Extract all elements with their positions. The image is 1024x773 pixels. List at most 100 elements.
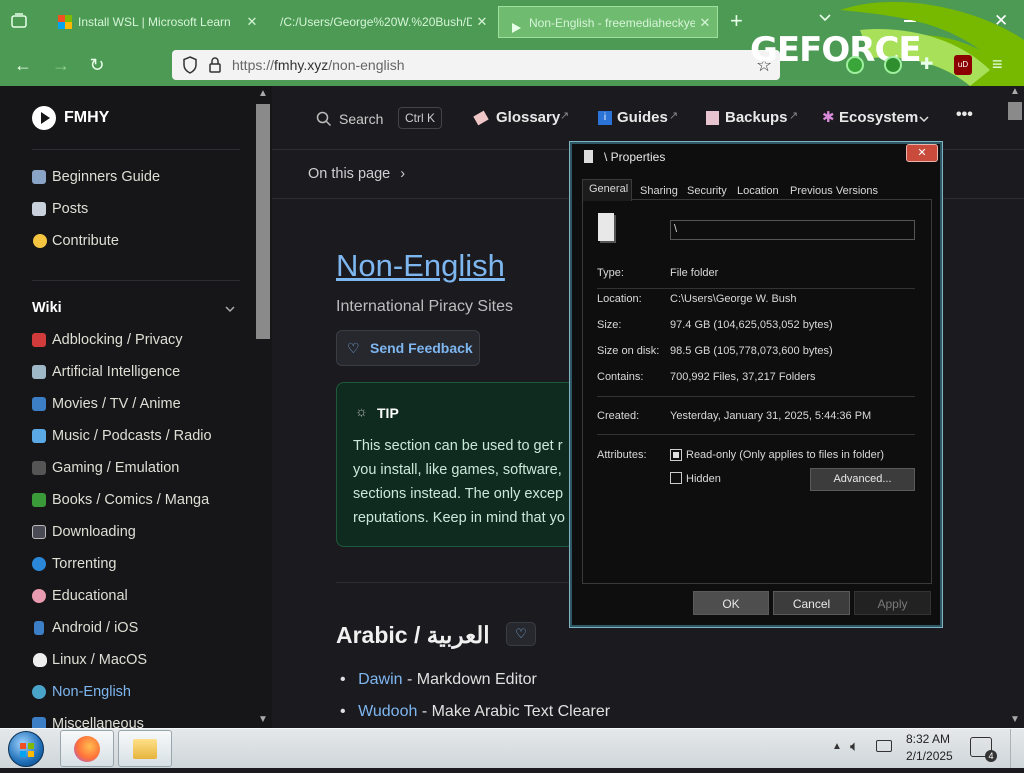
sidebar-item-posts[interactable]: Posts: [52, 201, 88, 217]
chevron-down-icon[interactable]: [918, 112, 930, 130]
sidebar-item-torrenting[interactable]: Torrenting: [52, 556, 116, 572]
fmhy-logo-icon[interactable]: [32, 106, 56, 130]
sidebar-item-downloading[interactable]: Downloading: [52, 524, 136, 540]
search-icon: [316, 111, 332, 132]
nav-link-guides[interactable]: Guides: [617, 109, 668, 126]
globe-icon: [32, 685, 46, 699]
forward-arrow-icon[interactable]: →: [50, 54, 72, 76]
readonly-checkbox[interactable]: [670, 449, 682, 461]
tab-previous-versions[interactable]: Previous Versions: [790, 185, 878, 197]
nav-link-glossary[interactable]: Glossary: [496, 109, 560, 126]
lock-icon[interactable]: [208, 56, 222, 77]
sidebar-item-android-ios[interactable]: Android / iOS: [52, 620, 138, 636]
clock-time[interactable]: 8:32 AM: [906, 732, 950, 746]
scroll-up-arrow-icon[interactable]: ▲: [258, 88, 268, 99]
cancel-button[interactable]: Cancel: [773, 591, 850, 615]
ublock-icon[interactable]: uD: [954, 55, 972, 75]
lightbulb-icon: ☼: [355, 403, 368, 419]
shield-icon[interactable]: [182, 56, 198, 77]
robot-icon: [32, 365, 46, 379]
address-bar[interactable]: https://fmhy.xyz/non-english ☆: [172, 50, 780, 80]
tab-close-icon[interactable]: ✕: [697, 7, 713, 37]
taskbar-explorer-button[interactable]: [118, 730, 172, 767]
tab-security[interactable]: Security: [687, 185, 727, 197]
ok-button[interactable]: OK: [693, 591, 769, 615]
backups-icon: [706, 111, 719, 125]
more-menu-icon[interactable]: •••: [956, 106, 973, 124]
tab-location[interactable]: Location: [737, 185, 779, 197]
dialog-close-button[interactable]: ✕: [906, 144, 938, 162]
site-link-dawin[interactable]: Dawin: [358, 671, 402, 688]
url-path: /non-english: [328, 57, 405, 73]
sidebar-item-educational[interactable]: Educational: [52, 588, 128, 604]
puzzle-extension-icon[interactable]: ✚: [920, 54, 933, 74]
advanced-button[interactable]: Advanced...: [810, 468, 915, 491]
external-link-icon: ↗: [560, 110, 570, 122]
sidebar-item-contribute[interactable]: Contribute: [52, 233, 119, 249]
sidebar-item-non-english[interactable]: Non-English: [52, 684, 131, 700]
tab-non-english[interactable]: Non-English - freemediaheckyea ✕: [498, 6, 718, 38]
readonly-label[interactable]: Read-only (Only applies to files in fold…: [686, 449, 884, 461]
menu-icon[interactable]: ≡: [992, 54, 1003, 75]
nav-link-backups[interactable]: Backups: [725, 109, 788, 126]
tab-close-icon[interactable]: ✕: [244, 6, 260, 38]
play-icon: [509, 15, 523, 33]
site-link-wudooh[interactable]: Wudooh: [358, 703, 417, 720]
on-this-page-toggle[interactable]: On this page ›: [308, 166, 405, 182]
sidebar-item-books[interactable]: Books / Comics / Manga: [52, 492, 209, 508]
extension-icon[interactable]: [884, 56, 902, 74]
nav-link-ecosystem[interactable]: Ecosystem: [839, 109, 918, 126]
url-text[interactable]: https://fmhy.xyz/non-english: [232, 57, 405, 73]
back-arrow-icon[interactable]: ←: [12, 54, 34, 76]
network-icon[interactable]: [876, 740, 892, 752]
extension-icon[interactable]: [846, 56, 864, 74]
tab-sharing[interactable]: Sharing: [640, 185, 678, 197]
tab-general-label[interactable]: General: [589, 183, 628, 195]
cyclone-icon: [32, 557, 46, 571]
site-logo-text[interactable]: FMHY: [64, 109, 109, 127]
sidebar-item-adblocking[interactable]: Adblocking / Privacy: [52, 332, 183, 348]
reload-icon[interactable]: ↻: [86, 54, 108, 76]
folder-name-field[interactable]: [670, 220, 915, 240]
sidebar-section-wiki[interactable]: Wiki: [32, 300, 62, 316]
show-hidden-icons-arrow-icon[interactable]: ▲: [832, 741, 842, 752]
gamepad-icon: [32, 461, 46, 475]
info-icon: i: [598, 111, 612, 125]
hidden-checkbox[interactable]: [670, 472, 682, 484]
apply-button[interactable]: Apply: [854, 591, 931, 615]
tab-install-wsl[interactable]: Install WSL | Microsoft Learn ✕: [48, 6, 264, 38]
start-button[interactable]: [8, 731, 44, 767]
sidebar-item-ai[interactable]: Artificial Intelligence: [52, 364, 180, 380]
tab-local-file[interactable]: /C:/Users/George%20W.%20Bush/D ✕: [268, 6, 494, 38]
scroll-up-arrow-icon[interactable]: ▲: [1010, 86, 1020, 97]
page-title: Non-English: [336, 248, 505, 283]
windows-logo-icon: [20, 743, 34, 757]
send-feedback-button[interactable]: ♡ Send Feedback: [336, 330, 480, 366]
attributes-label: Attributes:: [597, 449, 647, 461]
tab-close-icon[interactable]: ✕: [474, 6, 490, 38]
scroll-down-arrow-icon[interactable]: ▼: [1010, 714, 1020, 725]
sidebar-item-music[interactable]: Music / Podcasts / Radio: [52, 428, 212, 444]
sidebar-item-movies[interactable]: Movies / TV / Anime: [52, 396, 181, 412]
clock-date[interactable]: 2/1/2025: [906, 749, 953, 763]
scroll-down-arrow-icon[interactable]: ▼: [258, 714, 268, 725]
heart-feedback-icon[interactable]: ♡: [506, 622, 536, 646]
sidebar-scrollbar-thumb[interactable]: [256, 104, 270, 339]
chevron-down-icon[interactable]: [224, 302, 236, 320]
hidden-label[interactable]: Hidden: [686, 473, 721, 485]
show-desktop-button[interactable]: [1010, 729, 1022, 768]
penguin-icon: [33, 653, 47, 667]
volume-icon[interactable]: 🔈︎: [850, 738, 859, 755]
divider: [336, 582, 572, 583]
notification-icon[interactable]: 4: [970, 737, 997, 762]
taskbar-firefox-button[interactable]: [60, 730, 114, 767]
stop-sign-icon: [32, 333, 46, 347]
list-item-description: - Make Arabic Text Clearer: [417, 703, 611, 720]
tab-overview-icon[interactable]: [10, 12, 28, 30]
page-scrollbar-thumb[interactable]: [1008, 102, 1022, 120]
search-button[interactable]: Search Ctrl K: [310, 106, 450, 132]
lightbulb-icon: [33, 234, 47, 248]
sidebar-item-beginners-guide[interactable]: Beginners Guide: [52, 169, 160, 185]
sidebar-item-gaming[interactable]: Gaming / Emulation: [52, 460, 179, 476]
sidebar-item-linux-macos[interactable]: Linux / MacOS: [52, 652, 147, 668]
